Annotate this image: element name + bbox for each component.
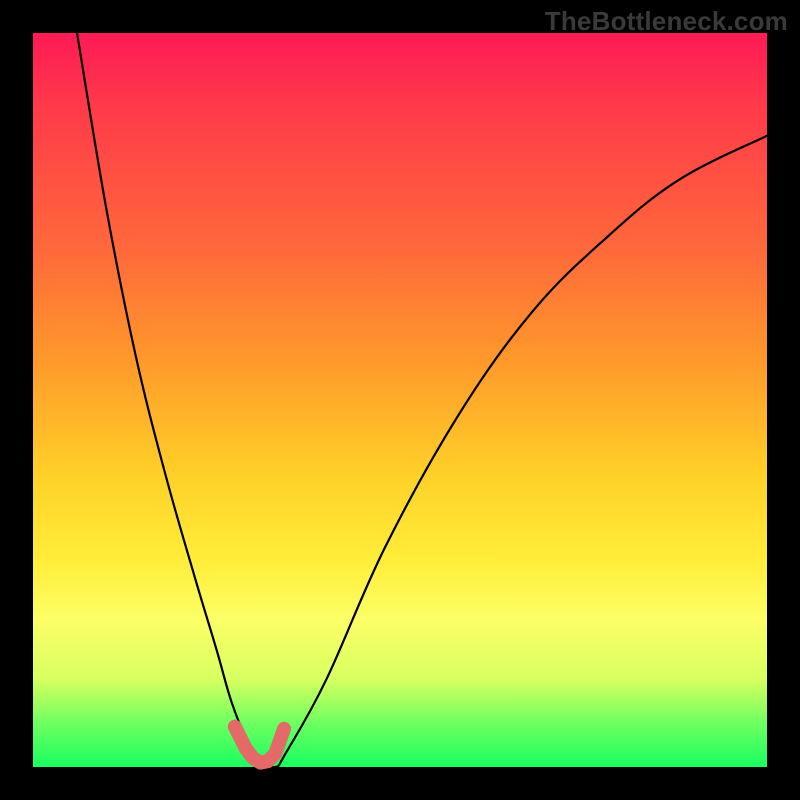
vertex-marker	[235, 727, 284, 763]
watermark: TheBottleneck.com	[545, 6, 788, 37]
chart-frame: TheBottleneck.com	[0, 0, 800, 800]
chart-overlay	[33, 33, 767, 767]
bottleneck-curve	[77, 33, 767, 767]
